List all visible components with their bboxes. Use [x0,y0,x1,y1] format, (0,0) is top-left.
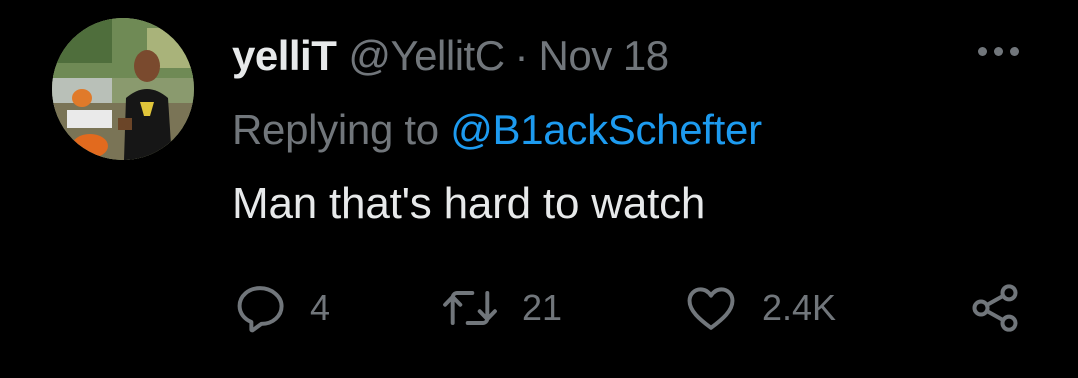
tweet[interactable]: yelliT @YellitC · Nov 18 Replying to @B1… [0,0,1078,378]
reply-button[interactable]: 4 [232,278,330,338]
share-icon [972,284,1018,332]
replying-to: Replying to @B1ackSchefter [232,102,762,158]
user-handle[interactable]: @YellitC [348,28,505,84]
like-count: 2.4K [762,287,837,328]
separator: · [514,32,529,79]
heart-icon [687,287,735,330]
reply-count: 4 [310,287,331,328]
tweet-header: yelliT @YellitC · Nov 18 [232,28,669,84]
like-button[interactable]: 2.4K [682,278,836,338]
action-bar: 4 21 2.4K [232,278,1032,338]
retweet-count: 21 [522,287,563,328]
avatar[interactable] [52,18,194,160]
share-button[interactable] [966,278,1024,338]
tweet-text: Man that's hard to watch [232,179,706,228]
reply-icon [237,286,284,333]
profile-photo-icon [52,18,194,160]
retweet-icon [443,291,497,325]
retweet-button[interactable]: 21 [440,278,562,338]
more-options-icon[interactable] [968,36,1028,66]
tweet-date[interactable]: Nov 18 [539,28,670,84]
replying-prefix: Replying to [232,106,439,153]
mention-link[interactable]: @B1ackSchefter [450,106,762,153]
display-name[interactable]: yelliT [232,28,337,84]
